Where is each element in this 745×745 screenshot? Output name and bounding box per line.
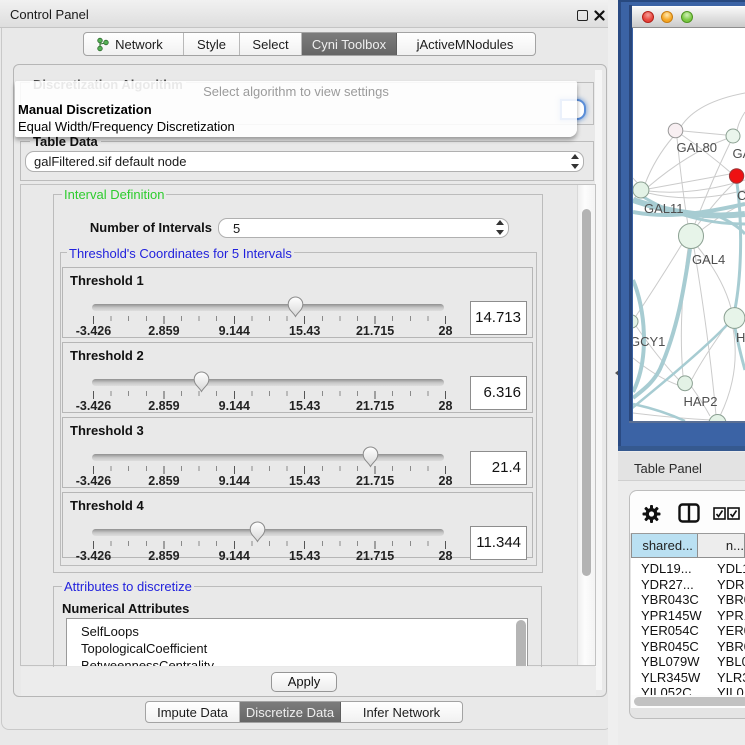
svg-text:GAL4: GAL4 xyxy=(692,252,725,267)
svg-text:C: C xyxy=(737,188,745,203)
svg-text:H: H xyxy=(736,330,745,345)
svg-text:HAP2: HAP2 xyxy=(684,394,718,409)
svg-text:GCY1: GCY1 xyxy=(633,334,665,349)
svg-text:GAL80: GAL80 xyxy=(677,140,717,155)
svg-text:GA.: GA. xyxy=(733,146,745,161)
svg-text:GAL11: GAL11 xyxy=(644,201,684,216)
